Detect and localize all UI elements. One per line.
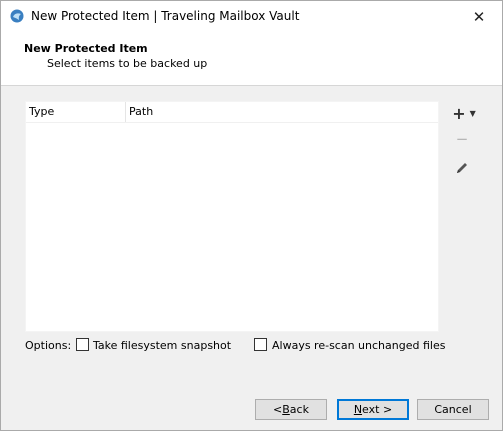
next-button[interactable]: Next > <box>337 399 409 420</box>
rescan-checkbox[interactable] <box>254 338 267 351</box>
window-title: New Protected Item | Traveling Mailbox V… <box>31 9 300 23</box>
options-label: Options: <box>25 339 72 352</box>
back-button-accel: B <box>282 403 290 416</box>
close-icon: ✕ <box>472 7 486 26</box>
plus-icon: + <box>452 103 466 123</box>
cancel-button[interactable]: Cancel <box>417 399 489 420</box>
column-header-path[interactable]: Path <box>126 102 438 122</box>
back-button-rest: ack <box>289 403 309 416</box>
column-header-type[interactable]: Type <box>26 102 126 122</box>
dialog-window: New Protected Item | Traveling Mailbox V… <box>0 0 503 431</box>
snapshot-checkbox[interactable] <box>76 338 89 351</box>
wizard-title: New Protected Item <box>24 42 148 55</box>
remove-item-button[interactable]: − <box>453 129 471 149</box>
wizard-header: New Protected Item Select items to be ba… <box>1 32 502 86</box>
options-row: Options: Take filesystem snapshot Always… <box>25 337 485 353</box>
pencil-icon <box>457 163 467 173</box>
close-button[interactable]: ✕ <box>456 1 502 32</box>
vault-app-icon <box>10 9 24 23</box>
back-button-prefix: < <box>273 403 283 416</box>
items-table[interactable]: Type Path <box>25 101 439 332</box>
chevron-down-icon: ▼ <box>469 108 476 118</box>
edit-item-button[interactable] <box>451 157 473 179</box>
back-button[interactable]: < Back <box>255 399 327 420</box>
next-button-rest: ext > <box>362 403 393 416</box>
minus-icon: − <box>455 130 469 148</box>
next-button-accel: N <box>353 403 363 416</box>
add-item-button[interactable]: + ▼ <box>447 103 481 123</box>
title-bar: New Protected Item | Traveling Mailbox V… <box>1 1 502 32</box>
wizard-subtitle: Select items to be backed up <box>47 57 208 70</box>
table-header: Type Path <box>26 102 438 123</box>
rescan-checkbox-label[interactable]: Always re-scan unchanged files <box>272 339 445 352</box>
snapshot-checkbox-label[interactable]: Take filesystem snapshot <box>93 339 231 352</box>
